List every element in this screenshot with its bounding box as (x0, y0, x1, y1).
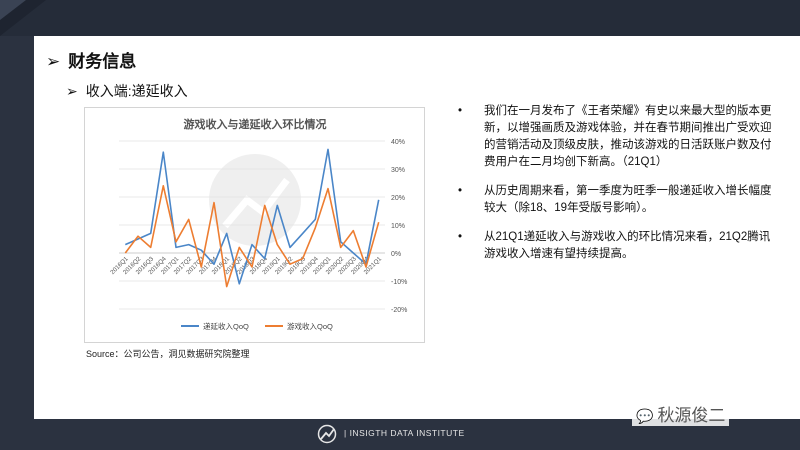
chart-legend: 递延收入QoQ 游戏收入QoQ (181, 321, 333, 331)
bullet-text: 从21Q1递延收入与游戏收入的环比情况来看，21Q2腾讯游戏收入增速有望持续提高… (484, 231, 771, 260)
arrow-bullet-icon: ➢ (66, 83, 78, 99)
page-title: ➢ 财务信息 (46, 47, 136, 72)
bullet-text: 从历史周期来看，第一季度为旺季一般递延收入增长幅度较大（除18、19年受版号影响… (484, 185, 772, 214)
chart-frame: 游戏收入与递延收入环比情况 40% 30% 20% 10% 0% -10% -20% 201… (84, 107, 425, 343)
corner-decoration-inner (0, 0, 26, 20)
y-tick-label: 30% (391, 167, 405, 174)
y-axis-labels: 40% 30% 20% 10% 0% -10% -20% (391, 139, 407, 314)
chart-title: 游戏收入与递延收入环比情况 (184, 117, 327, 131)
footer-text: | INSIGTH DATA INSTITUTE (344, 428, 465, 438)
legend-label: 递延收入QoQ (203, 321, 249, 331)
bullet-list: • 我们在一月发布了《王者荣耀》有史以来最大型的版本更新，以增强画质及游戏体验，并… (454, 103, 772, 275)
bullet-dot-icon: • (458, 231, 463, 243)
watermark: 💬 秋源俊二 (632, 401, 730, 426)
page-title-text: 财务信息 (68, 52, 137, 71)
arrow-bullet-icon: ➢ (46, 52, 61, 71)
bullet-dot-icon: • (458, 185, 463, 197)
chart-watermark (209, 154, 301, 246)
section-subtitle: ➢ 收入端:递延收入 (66, 81, 188, 101)
bullet-item: • 从历史周期来看，第一季度为旺季一般递延收入增长幅度较大（除18、19年受版号影… (454, 183, 772, 217)
watermark-text: 秋源俊二 (657, 406, 726, 425)
y-tick-label: -20% (391, 307, 407, 314)
institute-logo-icon (317, 424, 337, 444)
bullet-dot-icon: • (458, 105, 463, 117)
y-tick-label: 40% (391, 139, 405, 146)
source-note: Source：公司公告，洞见数据研究院整理 (86, 349, 250, 359)
legend-label: 游戏收入QoQ (287, 321, 333, 331)
qoq-line-chart: 游戏收入与递延收入环比情况 40%30%20%10%0%-10%-20% 201… (109, 117, 407, 331)
bullet-text: 我们在一月发布了《王者荣耀》有史以来最大型的版本更新，以增强画质及游戏体验，并在… (484, 105, 772, 168)
wechat-icon: 💬 (636, 408, 654, 424)
y-tick-label: 10% (391, 223, 405, 230)
y-tick-label: -10% (391, 279, 407, 286)
bullet-item: • 我们在一月发布了《王者荣耀》有史以来最大型的版本更新，以增强画质及游戏体验，并… (454, 103, 772, 171)
section-subtitle-text: 收入端:递延收入 (85, 83, 188, 99)
y-tick-label: 0% (391, 251, 401, 258)
top-bar (0, 0, 800, 36)
bullet-item: • 从21Q1递延收入与游戏收入的环比情况来看，21Q2腾讯游戏收入增速有望持续提… (454, 229, 772, 263)
y-tick-label: 20% (391, 195, 405, 202)
